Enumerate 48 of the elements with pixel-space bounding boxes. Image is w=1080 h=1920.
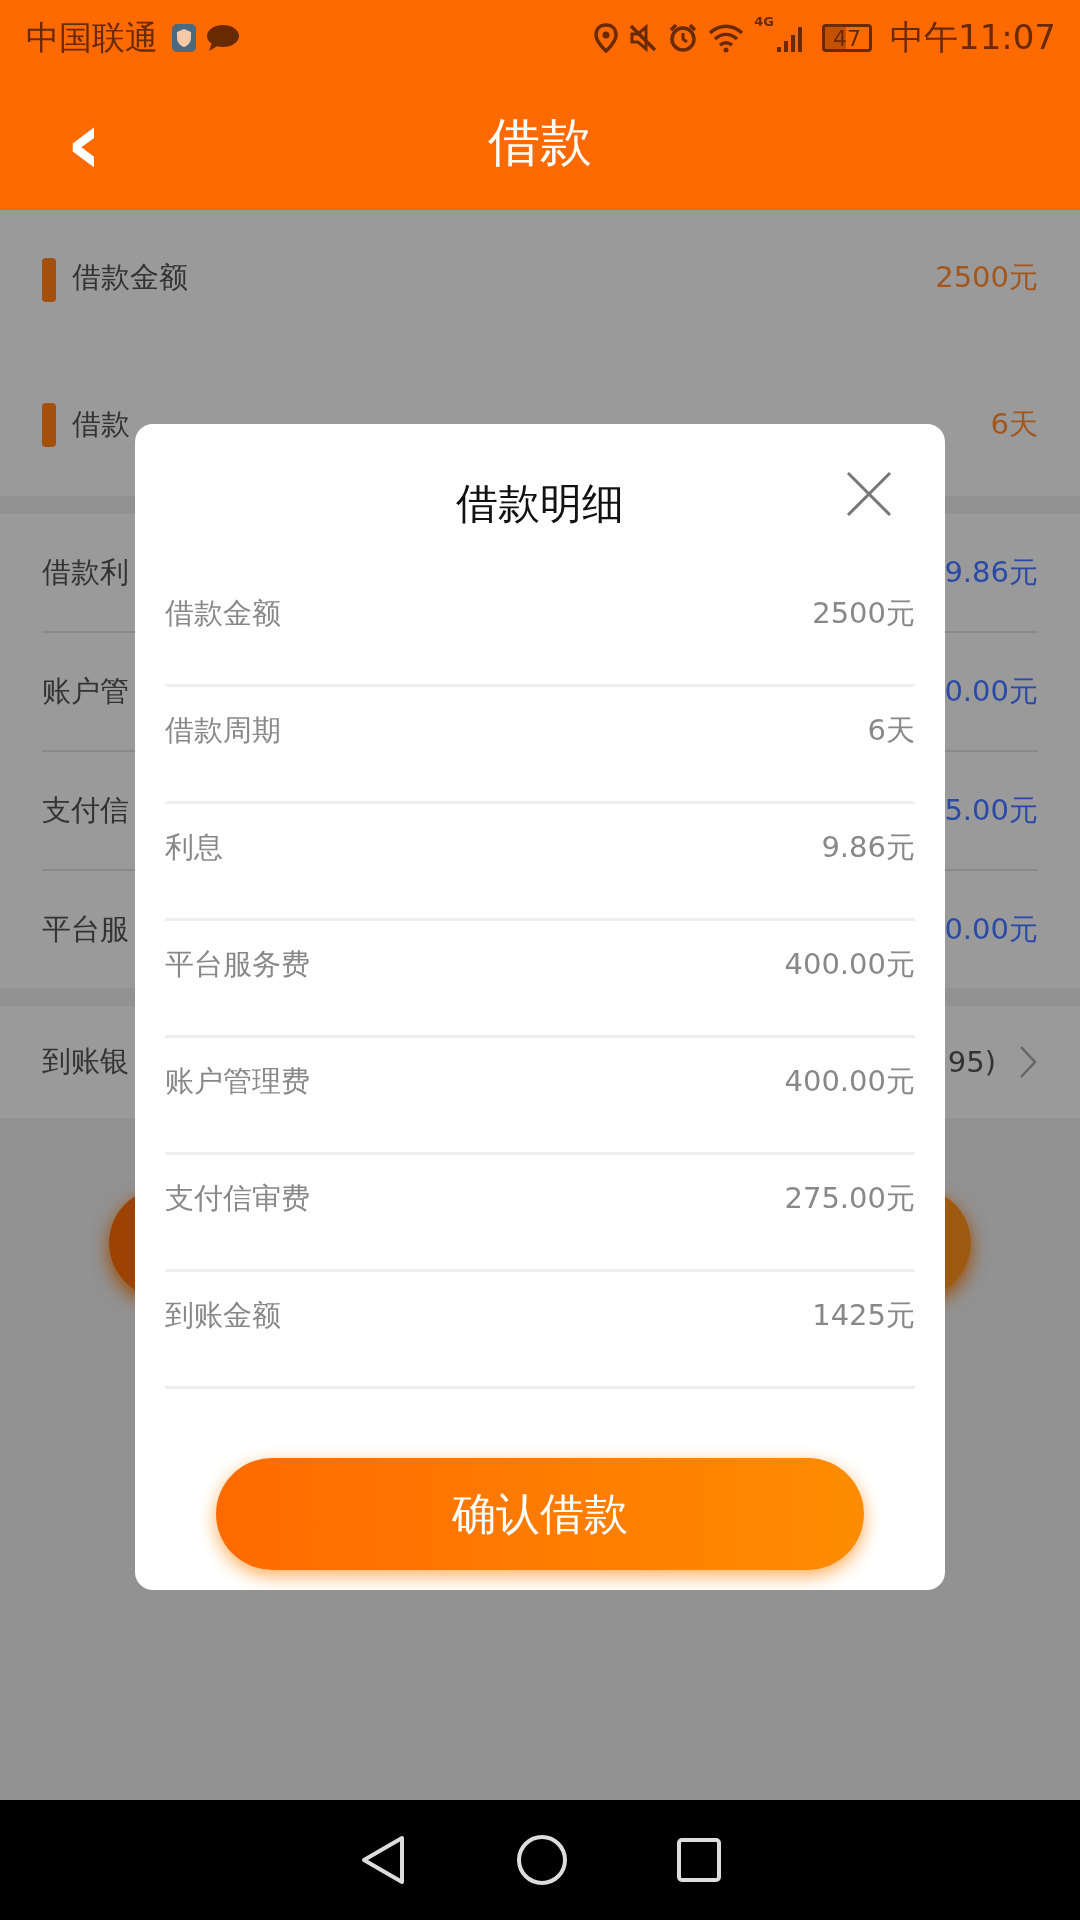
section-marker (42, 403, 56, 447)
detail-label: 到账金额 (165, 1297, 281, 1334)
wifi-icon (708, 23, 745, 53)
detail-value: 9.86元 (821, 829, 915, 866)
detail-label: 借款周期 (165, 712, 281, 749)
battery-level: 47 (833, 25, 861, 51)
section-marker (42, 258, 56, 302)
fee-label: 借款利 (42, 553, 129, 591)
fee-label: 平台服 (42, 910, 129, 948)
carrier-name: 中国联通 (26, 16, 158, 59)
back-button[interactable]: ‹ (56, 99, 113, 187)
bank-label: 到账银 (42, 1043, 129, 1080)
shield-icon (172, 24, 196, 52)
setting-value: 6天 (990, 406, 1038, 443)
detail-value: 400.00元 (784, 1063, 915, 1100)
detail-label: 账户管理费 (165, 1063, 310, 1100)
alarm-icon (668, 23, 699, 53)
bank-value: 95) (947, 1045, 996, 1079)
fee-value: 0.00元 (944, 672, 1038, 710)
fee-value: 9.86元 (944, 553, 1038, 591)
location-icon (594, 23, 619, 53)
close-icon[interactable] (845, 470, 893, 518)
detail-label: 借款金额 (165, 595, 281, 632)
home-nav-icon[interactable] (516, 1834, 568, 1886)
detail-label: 利息 (165, 829, 223, 866)
mute-icon (628, 23, 659, 53)
chat-icon (206, 24, 240, 52)
confirm-button[interactable]: 确认借款 (216, 1458, 864, 1570)
dialog-title: 借款明细 (456, 478, 624, 530)
detail-value: 1425元 (812, 1297, 915, 1334)
detail-value: 400.00元 (784, 946, 915, 983)
detail-value: 2500元 (812, 595, 915, 632)
setting-value: 2500元 (935, 259, 1038, 296)
fee-value: 5.00元 (944, 791, 1038, 829)
recents-nav-icon[interactable] (676, 1837, 722, 1883)
network-label: 4G (754, 14, 774, 29)
fee-label: 支付信 (42, 791, 129, 829)
fee-value: 0.00元 (944, 910, 1038, 948)
detail-label: 支付信审费 (165, 1180, 310, 1217)
detail-value: 6天 (867, 712, 915, 749)
setting-label: 借款金额 (72, 259, 188, 296)
fee-label: 账户管 (42, 672, 129, 710)
setting-label: 借款 (72, 406, 130, 443)
page-title: 借款 (488, 111, 592, 174)
chevron-icon (1018, 1044, 1038, 1080)
detail-value: 275.00元 (784, 1180, 915, 1217)
detail-label: 平台服务费 (165, 946, 310, 983)
clock: 中午11:07 (890, 16, 1056, 59)
